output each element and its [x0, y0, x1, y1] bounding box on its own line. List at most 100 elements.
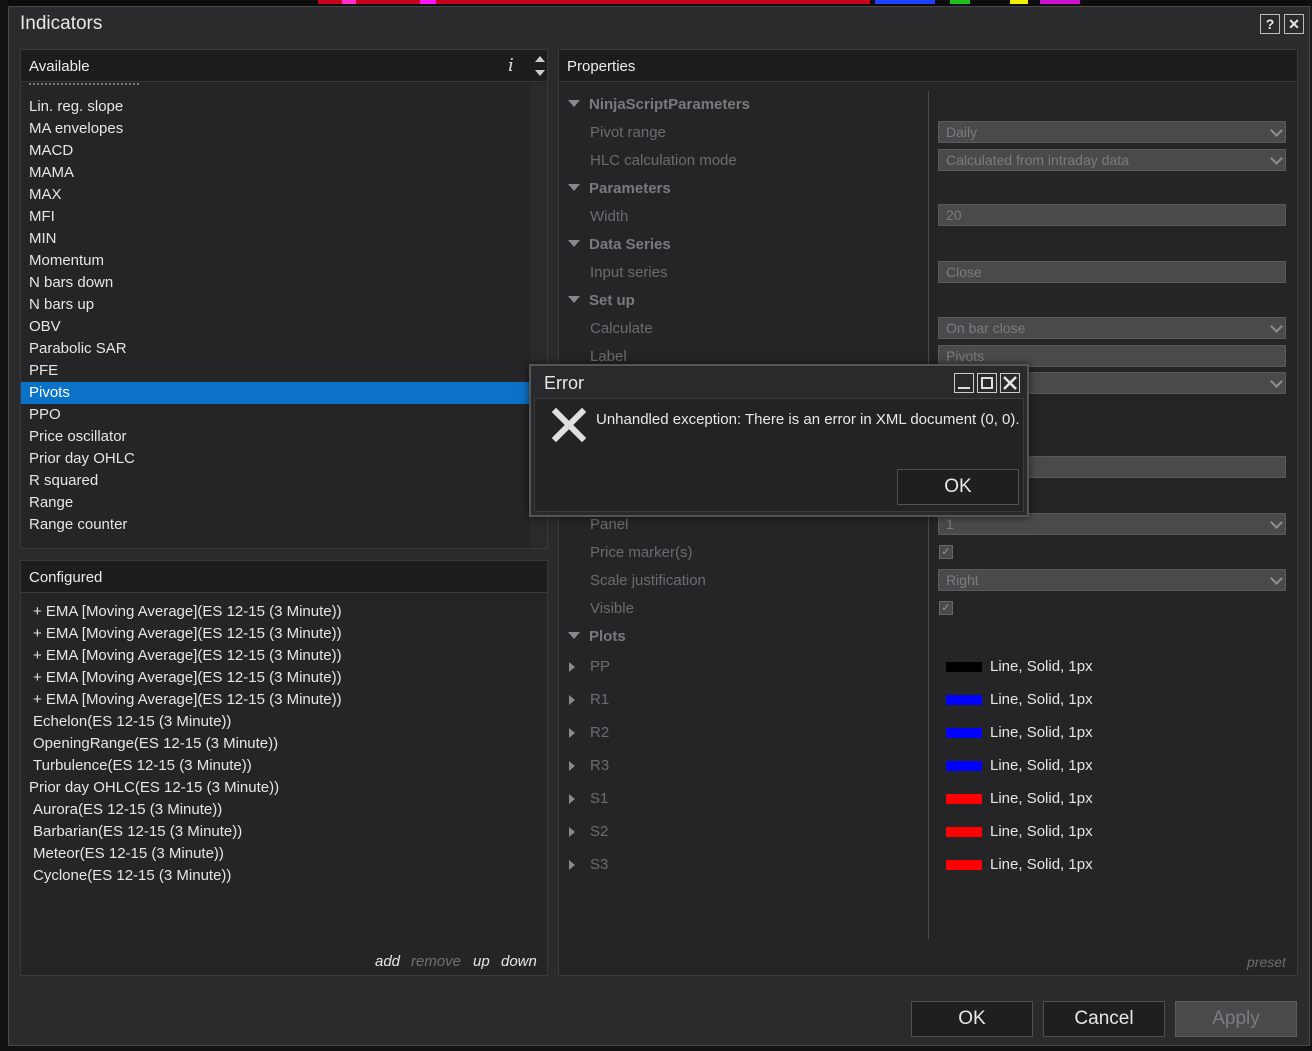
list-item[interactable]: PFE [21, 360, 529, 382]
list-item[interactable]: Range counter [21, 514, 529, 536]
section-ninjascript-parameters[interactable]: NinjaScriptParameters [589, 96, 750, 113]
expand-arrow-icon[interactable] [569, 761, 575, 771]
list-item[interactable]: MACD [21, 140, 529, 162]
plot-description[interactable]: Line, Solid, 1px [990, 658, 1093, 675]
cancel-button[interactable]: Cancel [1043, 1001, 1165, 1037]
configured-item[interactable]: + EMA [Moving Average](ES 12-15 (3 Minut… [33, 645, 342, 667]
list-item[interactable]: Momentum [21, 250, 529, 272]
dialog-ok-button[interactable]: OK [897, 469, 1019, 505]
visible-checkbox[interactable]: ✓ [939, 601, 953, 615]
window-title: Indicators [20, 13, 103, 34]
ok-button[interactable]: OK [911, 1001, 1033, 1037]
remove-link[interactable]: remove [411, 953, 461, 970]
plot-description[interactable]: Line, Solid, 1px [990, 856, 1093, 873]
plot-description[interactable]: Line, Solid, 1px [990, 757, 1093, 774]
calculate-select[interactable]: On bar close [938, 317, 1286, 339]
list-item[interactable]: MAX [21, 184, 529, 206]
available-list[interactable]: Lin. reg. slope MA envelopes MACD MAMA M… [21, 83, 529, 548]
configured-item[interactable]: + EMA [Moving Average](ES 12-15 (3 Minut… [33, 689, 342, 711]
configured-item[interactable]: Echelon(ES 12-15 (3 Minute)) [33, 711, 231, 733]
list-item[interactable]: Range [21, 492, 529, 514]
configured-item[interactable]: Aurora(ES 12-15 (3 Minute)) [33, 799, 222, 821]
configured-item[interactable]: OpeningRange(ES 12-15 (3 Minute)) [33, 733, 278, 755]
preset-link[interactable]: preset [1247, 954, 1286, 970]
down-link[interactable]: down [501, 953, 537, 970]
expand-triangle-icon[interactable] [568, 240, 580, 247]
list-item[interactable]: Price oscillator [21, 426, 529, 448]
expand-arrow-icon[interactable] [569, 827, 575, 837]
list-item[interactable]: MA envelopes [21, 118, 529, 140]
configured-item[interactable]: Turbulence(ES 12-15 (3 Minute)) [33, 755, 252, 777]
plot-description[interactable]: Line, Solid, 1px [990, 790, 1093, 807]
list-item[interactable]: PPO [21, 404, 529, 426]
scale-justification-select[interactable]: Right [938, 569, 1286, 591]
section-set-up[interactable]: Set up [589, 292, 635, 309]
plot-description[interactable]: Line, Solid, 1px [990, 691, 1093, 708]
scroll-down-arrow-icon[interactable] [535, 70, 545, 76]
error-dialog-title: Error [544, 373, 584, 393]
expand-arrow-icon[interactable] [569, 695, 575, 705]
pivot-range-select[interactable]: Daily [938, 121, 1286, 143]
plot-description[interactable]: Line, Solid, 1px [990, 823, 1093, 840]
plot-description[interactable]: Line, Solid, 1px [990, 724, 1093, 741]
section-plots[interactable]: Plots [589, 628, 626, 645]
plot-color-swatch[interactable] [946, 860, 982, 870]
configured-item[interactable]: Meteor(ES 12-15 (3 Minute)) [33, 843, 224, 865]
configured-item[interactable]: + EMA [Moving Average](ES 12-15 (3 Minut… [33, 623, 342, 645]
list-item-selected[interactable]: Pivots [21, 382, 529, 404]
width-input[interactable]: 20 [938, 204, 1286, 226]
expand-arrow-icon[interactable] [569, 794, 575, 804]
up-link[interactable]: up [473, 953, 490, 970]
configured-item[interactable]: + EMA [Moving Average](ES 12-15 (3 Minut… [33, 667, 342, 689]
configured-item[interactable]: Barbarian(ES 12-15 (3 Minute)) [33, 821, 242, 843]
maximize-button[interactable] [977, 373, 997, 393]
expand-triangle-icon[interactable] [568, 296, 580, 303]
expand-arrow-icon[interactable] [569, 860, 575, 870]
list-item[interactable]: Parabolic SAR [21, 338, 529, 360]
available-title: Available [29, 58, 90, 75]
plot-color-swatch[interactable] [946, 662, 982, 672]
list-item[interactable]: N bars down [21, 272, 529, 294]
help-button[interactable]: ? [1260, 14, 1280, 34]
section-parameters[interactable]: Parameters [589, 180, 671, 197]
list-item[interactable]: N bars up [21, 294, 529, 316]
configured-item[interactable]: + EMA [Moving Average](ES 12-15 (3 Minut… [33, 601, 342, 623]
dialog-close-button[interactable] [1000, 373, 1020, 393]
expand-triangle-icon[interactable] [568, 184, 580, 191]
add-link[interactable]: add [375, 953, 400, 970]
configured-item[interactable]: Cyclone(ES 12-15 (3 Minute)) [33, 865, 231, 887]
info-icon[interactable]: i [508, 55, 514, 76]
chevron-down-icon [1270, 572, 1283, 585]
pivot-range-value: Daily [946, 124, 978, 140]
plot-color-swatch[interactable] [946, 695, 982, 705]
list-item[interactable]: OBV [21, 316, 529, 338]
hlc-mode-select[interactable]: Calculated from intraday data [938, 149, 1286, 171]
expand-triangle-icon[interactable] [568, 100, 580, 107]
scroll-up-arrow-icon[interactable] [535, 56, 545, 62]
configured-item[interactable]: Prior day OHLC(ES 12-15 (3 Minute)) [29, 777, 279, 799]
apply-button[interactable]: Apply [1175, 1001, 1297, 1037]
list-item[interactable]: MIN [21, 228, 529, 250]
plot-color-swatch[interactable] [946, 728, 982, 738]
plot-color-swatch[interactable] [946, 794, 982, 804]
close-button[interactable]: ✕ [1284, 14, 1304, 34]
list-item[interactable]: Prior day OHLC [21, 448, 529, 470]
error-dialog-title-bar[interactable]: Error [531, 366, 1027, 398]
list-item[interactable]: MFI [21, 206, 529, 228]
title-bar[interactable]: Indicators ? ✕ [9, 7, 1309, 41]
partial-list-item [29, 83, 139, 85]
expand-arrow-icon[interactable] [569, 662, 575, 672]
input-series-field[interactable]: Close [938, 261, 1286, 283]
plot-color-swatch[interactable] [946, 761, 982, 771]
expand-triangle-icon[interactable] [568, 632, 580, 639]
chevron-down-icon [1270, 152, 1283, 165]
plot-color-swatch[interactable] [946, 827, 982, 837]
section-data-series[interactable]: Data Series [589, 236, 671, 253]
list-item[interactable]: MAMA [21, 162, 529, 184]
minimize-button[interactable] [954, 373, 974, 393]
list-item[interactable]: R squared [21, 470, 529, 492]
configured-title: Configured [29, 569, 103, 586]
list-item[interactable]: Lin. reg. slope [21, 96, 529, 118]
price-markers-checkbox[interactable]: ✓ [939, 545, 953, 559]
expand-arrow-icon[interactable] [569, 728, 575, 738]
